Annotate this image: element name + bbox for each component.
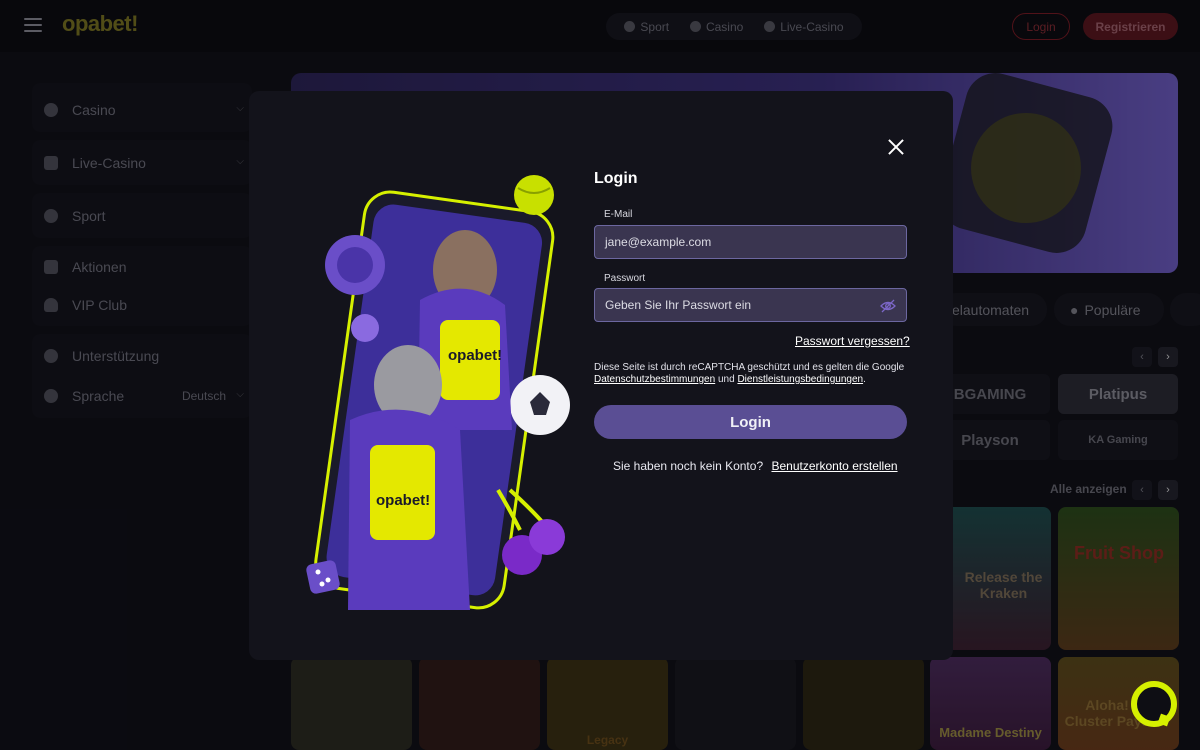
promo-illustration: opabet! opabet! [306,175,570,610]
login-button[interactable]: Login [594,405,907,439]
close-icon[interactable] [886,137,906,157]
privacy-link[interactable]: Datenschutzbestimmungen [594,374,715,385]
and-text: und [717,374,735,385]
recaptcha-text: Diese Seite ist durch reCAPTCHA geschütz… [594,362,905,373]
eye-off-icon[interactable] [880,298,896,314]
no-account-row: Sie haben noch kein Konto? Benutzerkonto… [613,459,898,473]
password-placeholder: Geben Sie Ihr Passwort ein [605,298,752,312]
forgot-password-link[interactable]: Passwort vergessen? [795,334,910,348]
email-value: jane@example.com [605,235,712,249]
brand-text: opabet! [448,347,502,364]
brand-text: opabet! [376,492,430,509]
password-field[interactable]: Geben Sie Ihr Passwort ein [594,288,907,322]
create-account-link[interactable]: Benutzerkonto erstellen [771,459,897,473]
chat-icon[interactable] [1131,681,1177,727]
email-label: E-Mail [604,209,633,220]
period-text: . [863,374,866,385]
terms-link[interactable]: Dienstleistungsbedingungen [737,374,863,385]
email-field[interactable]: jane@example.com [594,225,907,259]
password-label: Passwort [604,273,646,284]
recaptcha-notice: Diese Seite ist durch reCAPTCHA geschütz… [594,362,914,386]
no-account-text: Sie haben noch kein Konto? [613,459,764,473]
login-title: Login [594,170,638,187]
